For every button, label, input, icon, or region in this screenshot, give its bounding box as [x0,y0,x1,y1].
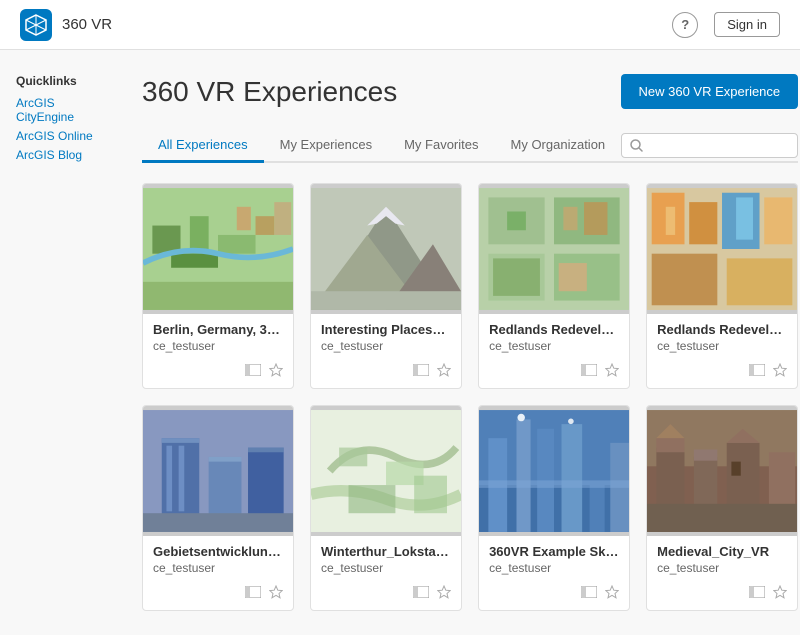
card-favorite-button[interactable] [437,585,451,602]
tab-my-favorites[interactable]: My Favorites [388,129,494,163]
card-view-button[interactable] [581,586,597,601]
tab-my-experiences[interactable]: My Experiences [264,129,388,163]
sidebar-link-online[interactable]: ArcGIS Online [16,129,94,143]
card-footer [479,585,629,610]
tabs-search-area [621,133,798,158]
card-thumbnail [479,406,629,536]
card-item[interactable]: Interesting Places_360VR js ce_testuser [310,183,462,389]
card-view-button[interactable] [749,364,765,379]
main-content: 360 VR Experiences New 360 VR Experience… [110,50,800,635]
card-view-button[interactable] [413,586,429,601]
card-author: ce_testuser [489,561,619,575]
card-thumbnail [647,184,797,314]
card-title: Medieval_City_VR [657,544,787,559]
card-author: ce_testuser [657,339,787,353]
card-footer [647,585,797,610]
sidebar: Quicklinks ArcGIS CityEngine ArcGIS Onli… [0,50,110,635]
card-title: Redlands Redevelopment ... [489,322,619,337]
experiences-grid: Berlin, Germany, 360 VR E... ce_testuser [142,183,798,611]
card-favorite-button[interactable] [605,585,619,602]
card-view-button[interactable] [245,586,261,601]
card-favorite-button[interactable] [269,585,283,602]
card-author: ce_testuser [657,561,787,575]
card-body: 360VR Example Skybridge... ce_testuser [479,536,629,585]
card-item[interactable]: Redlands Redevelopment ce_testuser [646,183,798,389]
card-author: ce_testuser [153,339,283,353]
card-title: Winterthur_Lokstadt_v1 c... [321,544,451,559]
card-thumbnail [143,184,293,314]
new-experience-button[interactable]: New 360 VR Experience [621,74,799,109]
card-favorite-button[interactable] [605,363,619,380]
app-title: 360 VR [62,16,112,33]
card-author: ce_testuser [321,339,451,353]
tab-my-organization[interactable]: My Organization [495,129,622,163]
card-item[interactable]: Winterthur_Lokstadt_v1 c... ce_testuser [310,405,462,611]
card-footer [143,585,293,610]
card-thumbnail [311,184,461,314]
card-body: Medieval_City_VR ce_testuser [647,536,797,585]
page-header: 360 VR Experiences New 360 VR Experience [142,74,798,109]
card-footer [311,585,461,610]
header-left: 360 VR [20,9,112,41]
card-title: 360VR Example Skybridge... [489,544,619,559]
card-favorite-button[interactable] [437,363,451,380]
card-author: ce_testuser [321,561,451,575]
card-view-button[interactable] [749,586,765,601]
card-footer [647,363,797,388]
card-item[interactable]: 360VR Example Skybridge... ce_testuser [478,405,630,611]
card-thumbnail [647,406,797,536]
card-title: Redlands Redevelopment [657,322,787,337]
card-favorite-button[interactable] [269,363,283,380]
app-logo [20,9,52,41]
card-title: Berlin, Germany, 360 VR E... [153,322,283,337]
card-item[interactable]: Redlands Redevelopment ... ce_testuser [478,183,630,389]
card-thumbnail [143,406,293,536]
card-item[interactable]: Gebietsentwicklung_Man... ce_testuser [142,405,294,611]
card-body: Redlands Redevelopment ce_testuser [647,314,797,363]
help-button[interactable]: ? [672,12,698,38]
card-view-button[interactable] [581,364,597,379]
card-thumbnail [479,184,629,314]
card-view-button[interactable] [245,364,261,379]
card-footer [479,363,629,388]
tab-all-experiences[interactable]: All Experiences [142,129,264,163]
card-favorite-button[interactable] [773,585,787,602]
header: 360 VR ? Sign in [0,0,800,50]
card-item[interactable]: Medieval_City_VR ce_testuser [646,405,798,611]
card-title: Gebietsentwicklung_Man... [153,544,283,559]
search-input[interactable] [649,138,789,153]
card-favorite-button[interactable] [773,363,787,380]
layout: Quicklinks ArcGIS CityEngine ArcGIS Onli… [0,50,800,635]
card-thumbnail [311,406,461,536]
card-footer [311,363,461,388]
sidebar-link-blog[interactable]: ArcGIS Blog [16,148,94,162]
card-body: Interesting Places_360VR js ce_testuser [311,314,461,363]
sidebar-link-cityengine[interactable]: ArcGIS CityEngine [16,96,94,124]
search-box [621,133,798,158]
card-item[interactable]: Berlin, Germany, 360 VR E... ce_testuser [142,183,294,389]
sign-in-button[interactable]: Sign in [714,12,780,37]
card-author: ce_testuser [153,561,283,575]
card-view-button[interactable] [413,364,429,379]
card-title: Interesting Places_360VR js [321,322,451,337]
card-body: Winterthur_Lokstadt_v1 c... ce_testuser [311,536,461,585]
card-footer [143,363,293,388]
page-title: 360 VR Experiences [142,76,397,108]
card-body: Gebietsentwicklung_Man... ce_testuser [143,536,293,585]
card-author: ce_testuser [489,339,619,353]
search-icon [630,139,643,152]
card-body: Berlin, Germany, 360 VR E... ce_testuser [143,314,293,363]
card-body: Redlands Redevelopment ... ce_testuser [479,314,629,363]
tabs-bar: All Experiences My Experiences My Favori… [142,129,798,163]
header-right: ? Sign in [672,12,780,38]
sidebar-quicklinks-title: Quicklinks [16,74,94,88]
